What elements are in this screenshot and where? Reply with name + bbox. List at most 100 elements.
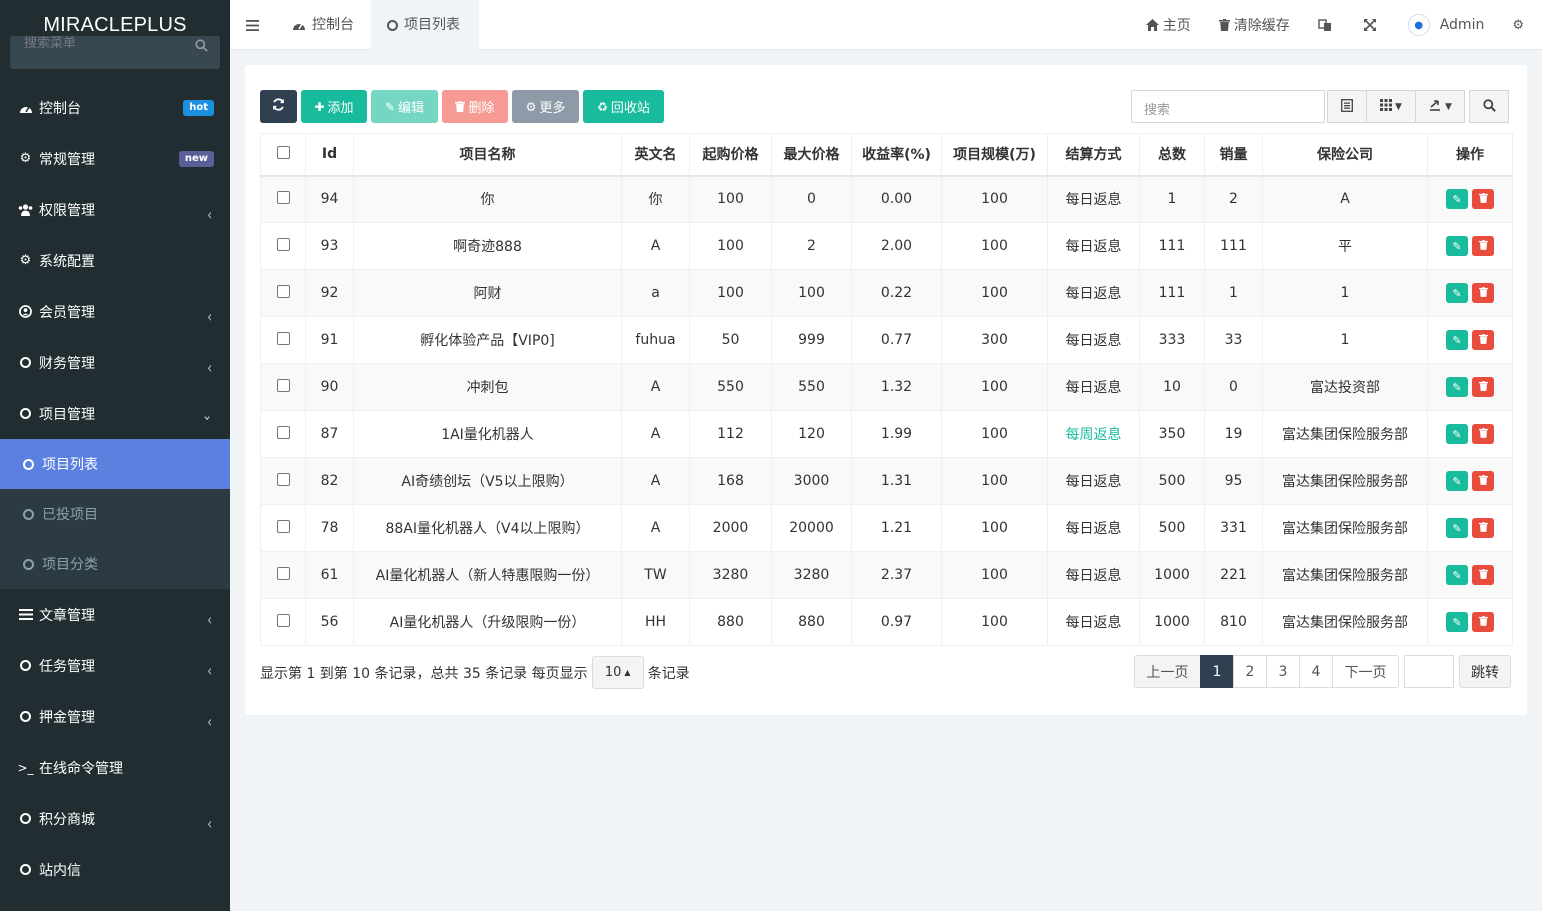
row-delete-button[interactable] <box>1472 283 1494 303</box>
jump-button[interactable]: 跳转 <box>1459 655 1511 688</box>
sidebar-item-tasks[interactable]: 任务管理 ‹ <box>0 640 230 691</box>
column-header[interactable]: 保险公司 <box>1262 133 1428 176</box>
settings-button[interactable]: ⚙ <box>1498 18 1542 33</box>
row-checkbox[interactable] <box>276 190 290 204</box>
sidebar-item-system-config[interactable]: ⚙ 系统配置 <box>0 235 230 286</box>
row-checkbox[interactable] <box>276 237 290 251</box>
column-header[interactable]: 最大价格 <box>771 133 852 176</box>
row-edit-button[interactable]: ✎ <box>1446 518 1468 538</box>
sidebar-item-permissions[interactable]: 权限管理 ‹ <box>0 184 230 235</box>
sidebar-subitem-invested[interactable]: 已投项目 <box>0 489 230 539</box>
sidebar-item-points-mall[interactable]: 积分商城 ‹ <box>0 793 230 844</box>
more-button[interactable]: ⚙ 更多 <box>512 90 579 123</box>
edit-button[interactable]: ✎ 编辑 <box>371 90 438 123</box>
column-header[interactable]: 起购价格 <box>689 133 772 176</box>
menu-search-input[interactable]: 搜索菜单 <box>10 36 220 69</box>
row-delete-button[interactable] <box>1472 330 1494 350</box>
sidebar-item-messages[interactable]: 站内信 <box>0 844 230 895</box>
toggle-view-button[interactable] <box>1327 90 1367 123</box>
row-edit-button[interactable]: ✎ <box>1446 612 1468 632</box>
page-button[interactable]: 1 <box>1200 655 1234 688</box>
table-search-input[interactable]: 搜索 <box>1131 90 1325 123</box>
tab-dashboard[interactable]: 控制台 <box>276 0 370 50</box>
cell-rate: 0.00 <box>851 175 942 223</box>
recycle-bin-button[interactable]: ♻ 回收站 <box>583 90 664 123</box>
row-checkbox[interactable] <box>276 378 290 392</box>
fullscreen-button[interactable] <box>1350 19 1394 31</box>
page-button[interactable]: 4 <box>1299 655 1333 688</box>
row-delete-button[interactable] <box>1472 424 1494 444</box>
table-row[interactable]: 82 AI奇绩创坛（V5以上限购） A 168 3000 1.31 100 每日返息 500 95… <box>260 457 1513 505</box>
column-header[interactable]: 销量 <box>1204 133 1263 176</box>
jump-page-input[interactable] <box>1404 655 1454 688</box>
table-row[interactable]: 87 1AI量化机器人 A 112 120 1.99 100 每周返息 350 19 富达集团保险服… <box>260 410 1513 458</box>
prev-page-button[interactable]: 上一页 <box>1134 655 1201 688</box>
columns-button[interactable]: ▼ <box>1366 90 1416 123</box>
page-size-dropdown[interactable]: 10 ▲ <box>591 656 644 689</box>
row-delete-button[interactable] <box>1472 612 1494 632</box>
row-edit-button[interactable]: ✎ <box>1446 471 1468 491</box>
export-button[interactable]: ▼ <box>1415 90 1465 123</box>
table-row[interactable]: 61 AI量化机器人（新人特惠限购一份） TW 3280 3280 2.37 100 每日返息… <box>260 551 1513 599</box>
row-edit-button[interactable]: ✎ <box>1446 236 1468 256</box>
refresh-button[interactable] <box>260 90 297 123</box>
row-checkbox[interactable] <box>276 519 290 533</box>
home-link[interactable]: 主页 <box>1132 15 1205 35</box>
row-delete-button[interactable] <box>1472 471 1494 491</box>
trash-icon <box>1478 380 1488 394</box>
sidebar-item-deposits[interactable]: 押金管理 ‹ <box>0 691 230 742</box>
table-row[interactable]: 92 阿财 a 100 100 0.22 100 每日返息 111 1 1 ✎ <box>260 269 1513 317</box>
sidebar-item-projects[interactable]: 项目管理 ⌄ <box>0 388 230 439</box>
menu-toggle-icon[interactable] <box>246 16 259 35</box>
column-header[interactable]: 结算方式 <box>1047 133 1140 176</box>
language-button[interactable] <box>1304 18 1350 32</box>
sidebar-item-dashboard[interactable]: 控制台 hot <box>0 82 230 133</box>
sidebar-item-finance[interactable]: 财务管理 ‹ <box>0 337 230 388</box>
row-edit-button[interactable]: ✎ <box>1446 283 1468 303</box>
row-checkbox[interactable] <box>276 472 290 486</box>
column-header[interactable]: 英文名 <box>621 133 690 176</box>
tab-project-list[interactable]: 项目列表 <box>371 0 479 50</box>
page-button[interactable]: 2 <box>1233 655 1267 688</box>
table-row[interactable]: 78 88AI量化机器人（V4以上限购） A 2000 20000 1.21 100 每日返息… <box>260 504 1513 552</box>
search-button[interactable] <box>1469 90 1509 123</box>
table-row[interactable]: 94 你你 100 0 0.00 100 每日返息 1 2 A ✎ <box>260 175 1513 223</box>
clear-cache-button[interactable]: 清除缓存 <box>1205 15 1304 35</box>
row-delete-button[interactable] <box>1472 518 1494 538</box>
sidebar-subitem-categories[interactable]: 项目分类 <box>0 539 230 589</box>
page-button[interactable]: 3 <box>1266 655 1300 688</box>
table-row[interactable]: 56 AI量化机器人（升级限购一份） HH 880 880 0.97 100 每日返息 1000… <box>260 598 1513 646</box>
column-header[interactable]: 收益率(%) <box>851 133 942 176</box>
sidebar-item-members[interactable]: 会员管理 ‹ <box>0 286 230 337</box>
row-edit-button[interactable]: ✎ <box>1446 377 1468 397</box>
sidebar-item-articles[interactable]: 文章管理 ‹ <box>0 589 230 640</box>
row-delete-button[interactable] <box>1472 565 1494 585</box>
row-delete-button[interactable] <box>1472 189 1494 210</box>
row-delete-button[interactable] <box>1472 377 1494 397</box>
select-all-checkbox[interactable] <box>276 145 290 159</box>
column-header[interactable]: 项目名称 <box>353 133 622 176</box>
table-row[interactable]: 90 冲刺包 A 550 550 1.32 100 每日返息 10 0 富达投资部 ✎ <box>260 363 1513 411</box>
row-edit-button[interactable]: ✎ <box>1446 424 1468 444</box>
row-checkbox[interactable] <box>276 425 290 439</box>
user-menu[interactable]: ● Admin <box>1394 14 1499 36</box>
row-delete-button[interactable] <box>1472 236 1494 256</box>
next-page-button[interactable]: 下一页 <box>1332 655 1399 688</box>
sidebar-subitem-project-list[interactable]: 项目列表 <box>0 439 230 489</box>
delete-button[interactable]: 删除 <box>442 90 508 123</box>
row-edit-button[interactable]: ✎ <box>1446 565 1468 585</box>
row-edit-button[interactable]: ✎ <box>1446 330 1468 350</box>
table-row[interactable]: 91 孵化体验产品【VIP0] fuhua 50 999 0.77 300 每日返息 333 33… <box>260 316 1513 364</box>
sidebar-item-online-command[interactable]: >_ 在线命令管理 <box>0 742 230 793</box>
sidebar-item-general[interactable]: ⚙ 常规管理 new <box>0 133 230 184</box>
row-checkbox[interactable] <box>276 566 290 580</box>
row-checkbox[interactable] <box>276 331 290 345</box>
column-header[interactable]: 项目规模(万) <box>941 133 1048 176</box>
table-row[interactable]: 93 啊奇迹888 A 100 2 2.00 100 每日返息 111 111 平 ✎ <box>260 222 1513 270</box>
row-checkbox[interactable] <box>276 284 290 298</box>
add-button[interactable]: ✚ 添加 <box>301 90 367 123</box>
column-header[interactable]: Id <box>305 133 354 176</box>
column-header[interactable]: 总数 <box>1139 133 1205 176</box>
row-checkbox[interactable] <box>276 613 290 627</box>
row-edit-button[interactable]: ✎ <box>1446 189 1468 210</box>
